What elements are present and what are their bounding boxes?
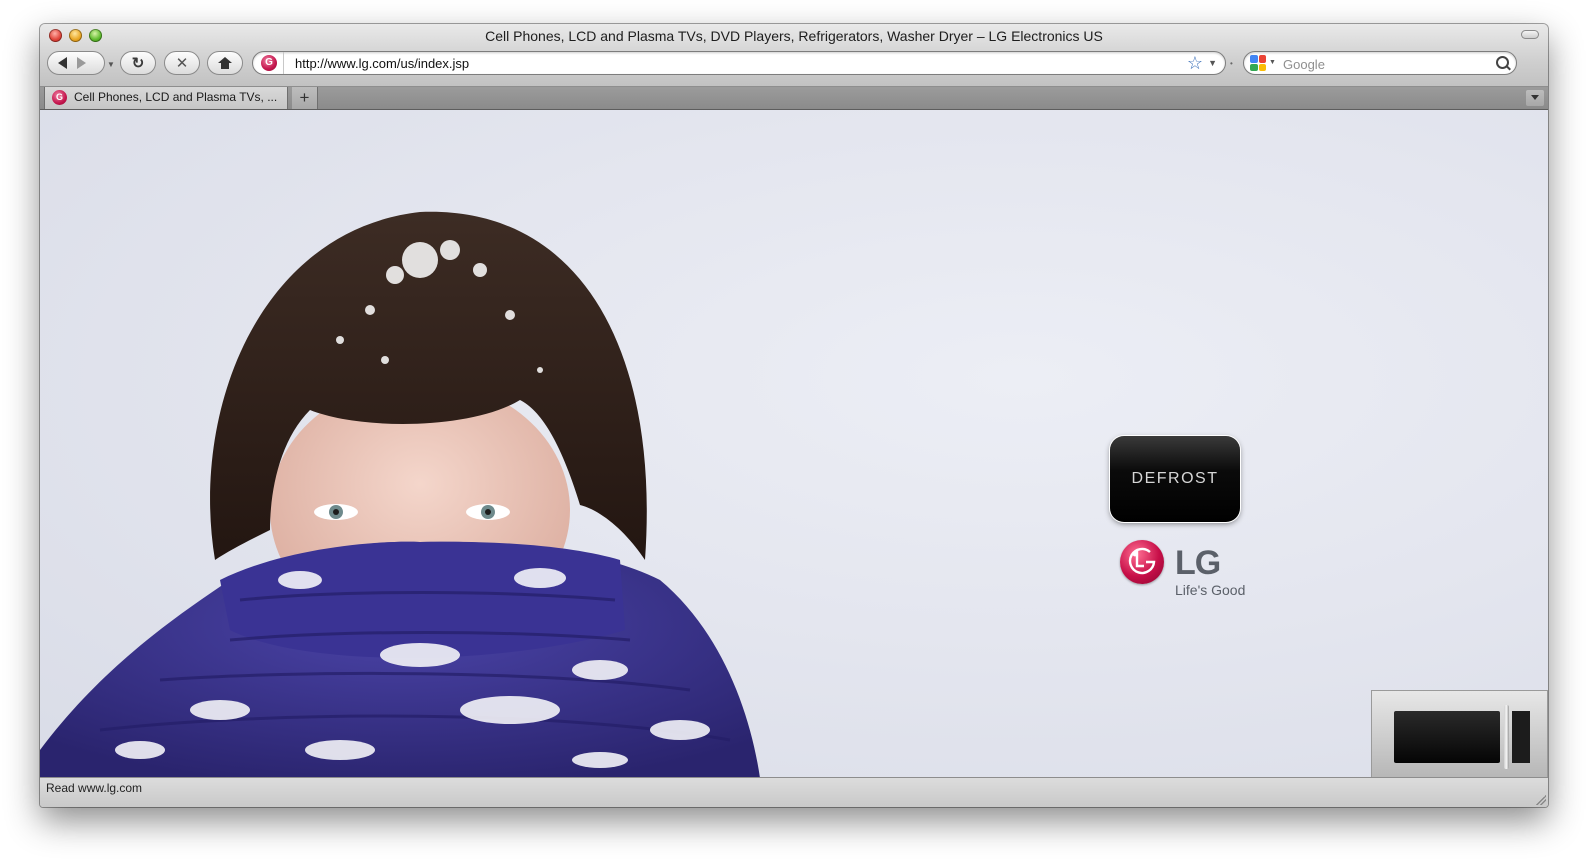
history-dropdown-icon[interactable]: ▼: [107, 60, 115, 69]
tab-strip: G Cell Phones, LCD and Plasma TVs, ... +: [40, 87, 1548, 110]
reload-icon: ↻: [131, 55, 145, 72]
url-input[interactable]: http://www.lg.com/us/index.jsp: [295, 56, 469, 71]
site-favicon-icon[interactable]: G: [261, 55, 277, 71]
hero-photo-woman-in-scarf: [40, 211, 760, 778]
page-content: DEFROST LG Life's Good: [40, 110, 1548, 778]
status-text: Read www.lg.com: [46, 781, 143, 795]
lg-face-logo-icon: [1120, 540, 1164, 584]
microwave-product-thumbnail[interactable]: [1371, 690, 1548, 778]
back-forward-button[interactable]: [47, 51, 105, 75]
microwave-handle: [1504, 705, 1509, 769]
lg-logo[interactable]: LG Life's Good: [1120, 540, 1260, 600]
url-divider: [283, 52, 284, 74]
microwave-control-panel: [1512, 711, 1530, 763]
new-tab-button[interactable]: +: [292, 87, 318, 109]
address-bar[interactable]: G http://www.lg.com/us/index.jsp ☆ ▼: [252, 51, 1226, 75]
google-icon[interactable]: [1250, 55, 1266, 71]
home-icon: [218, 57, 232, 69]
search-bar[interactable]: ▼ Google: [1243, 51, 1517, 75]
resize-grip-icon[interactable]: [1536, 795, 1546, 805]
microwave-window: [1394, 711, 1500, 763]
tab-list-icon[interactable]: [1526, 90, 1544, 106]
status-bar: Read www.lg.com: [40, 777, 1548, 807]
resize-separator[interactable]: •: [1230, 59, 1233, 68]
back-icon[interactable]: [58, 57, 67, 69]
search-icon[interactable]: [1496, 56, 1509, 69]
search-input[interactable]: Google: [1283, 57, 1325, 72]
forward-icon[interactable]: [77, 57, 86, 69]
url-history-dropdown-icon[interactable]: ▼: [1208, 58, 1217, 68]
reload-button[interactable]: ↻: [120, 51, 156, 75]
browser-window: Cell Phones, LCD and Plasma TVs, DVD Pla…: [40, 24, 1548, 807]
search-engine-dropdown-icon[interactable]: ▼: [1269, 59, 1276, 66]
stop-icon: ✕: [175, 55, 189, 72]
tab-favicon-icon: G: [52, 90, 67, 105]
window-title: Cell Phones, LCD and Plasma TVs, DVD Pla…: [485, 28, 1103, 44]
defrost-button[interactable]: DEFROST: [1110, 436, 1240, 522]
stop-button[interactable]: ✕: [164, 51, 200, 75]
lg-tagline: Life's Good: [1175, 582, 1246, 598]
title-bar: Cell Phones, LCD and Plasma TVs, DVD Pla…: [40, 24, 1548, 87]
home-button[interactable]: [207, 51, 243, 75]
toolbar-toggle-button[interactable]: [1521, 30, 1539, 39]
tab-lg-home[interactable]: G Cell Phones, LCD and Plasma TVs, ...: [44, 87, 288, 109]
tab-label: Cell Phones, LCD and Plasma TVs, ...: [74, 90, 278, 104]
bookmark-star-icon[interactable]: ☆: [1187, 53, 1203, 74]
lg-brand-text: LG: [1175, 544, 1221, 582]
